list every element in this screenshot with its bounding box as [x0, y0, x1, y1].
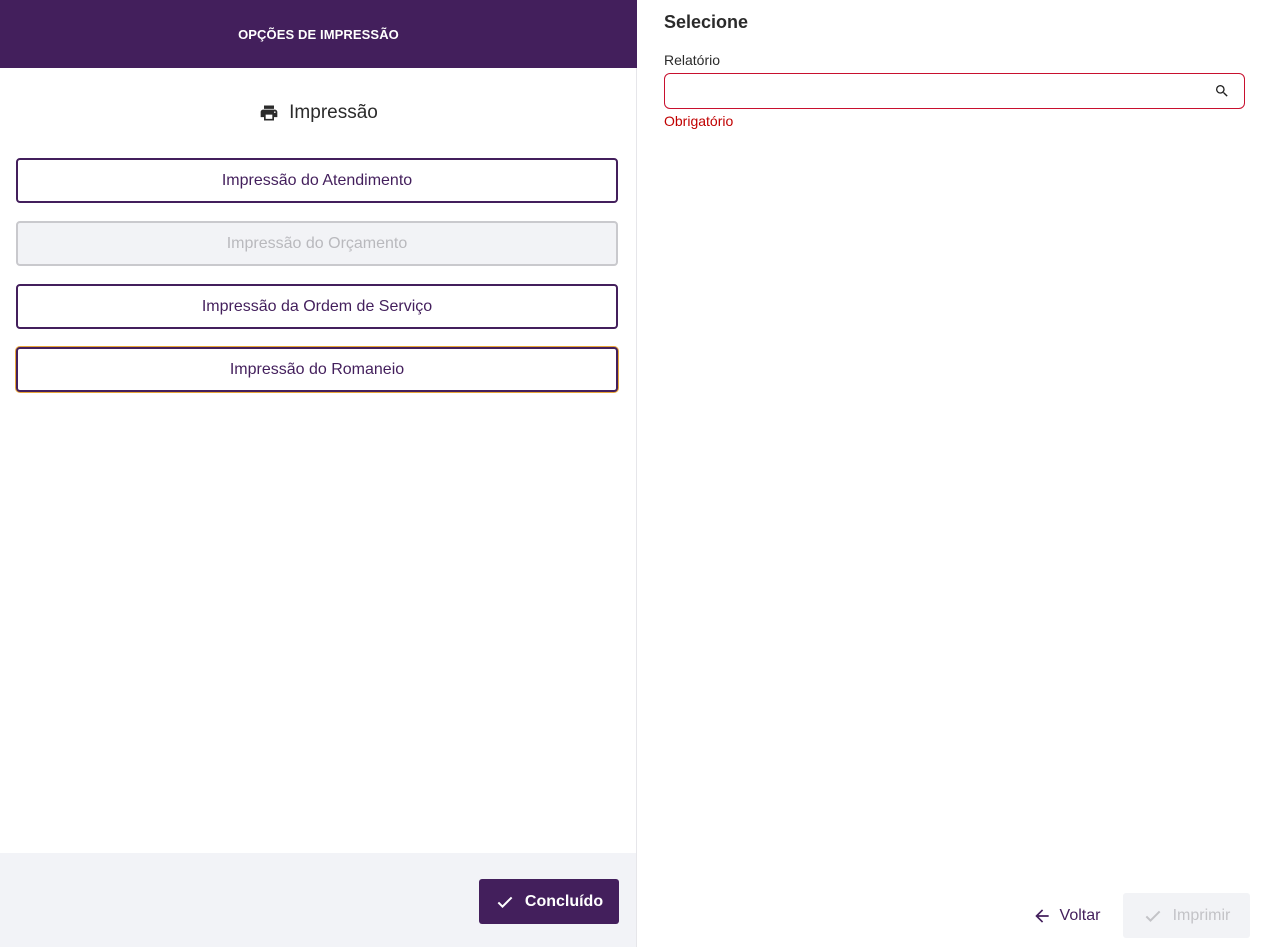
- report-input[interactable]: [665, 74, 1205, 108]
- option-print-quote[interactable]: Impressão do Orçamento: [16, 221, 618, 266]
- option-print-service[interactable]: Impressão do Atendimento: [16, 158, 618, 203]
- report-field-label: Relatório: [664, 52, 721, 68]
- back-button-label: Voltar: [1059, 906, 1101, 924]
- arrow-left-icon: [1034, 908, 1049, 923]
- done-button-label: Concluído: [524, 892, 604, 910]
- left-header-title: OPÇÕES DE IMPRESSÃO: [238, 26, 399, 42]
- right-panel: Selecione Relatório Obrigatório Voltar I…: [637, 0, 1261, 947]
- left-header: OPÇÕES DE IMPRESSÃO: [0, 0, 637, 68]
- left-footer: Concluído: [0, 853, 636, 947]
- check-icon: [1145, 910, 1160, 922]
- print-button[interactable]: Imprimir: [1123, 893, 1250, 938]
- option-print-work-order[interactable]: Impressão da Ordem de Serviço: [16, 284, 618, 329]
- search-icon[interactable]: [1214, 83, 1230, 99]
- left-panel: OPÇÕES DE IMPRESSÃO Impressão Impressão …: [0, 0, 637, 947]
- report-field-error: Obrigatório: [664, 113, 734, 129]
- option-print-packing-list[interactable]: Impressão do Romaneio: [16, 347, 618, 392]
- print-button-label: Imprimir: [1172, 906, 1231, 924]
- check-icon: [497, 896, 513, 908]
- print-options-dialog: OPÇÕES DE IMPRESSÃO Impressão Impressão …: [0, 0, 1261, 947]
- right-panel-title: Selecione: [664, 12, 749, 32]
- done-button[interactable]: Concluído: [479, 879, 619, 924]
- printer-icon: [259, 103, 279, 123]
- back-button[interactable]: Voltar: [1023, 893, 1109, 938]
- section-heading: Impressão: [0, 96, 637, 130]
- report-field: [664, 73, 1245, 109]
- section-heading-label: Impressão: [289, 102, 378, 123]
